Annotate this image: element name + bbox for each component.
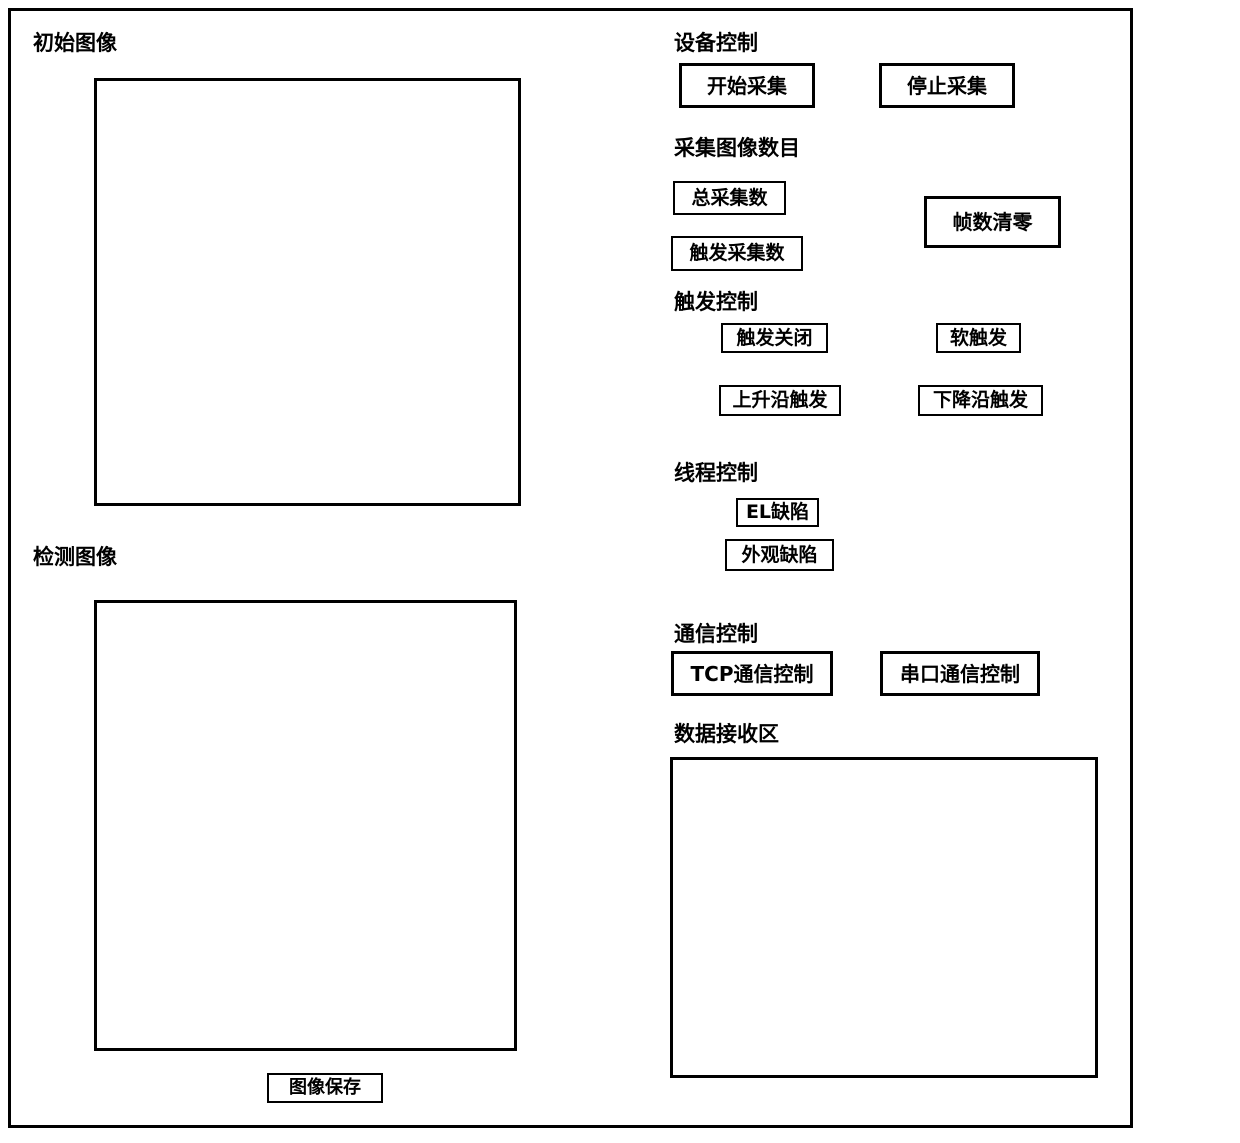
el-defect-button[interactable]: EL缺陷: [736, 498, 819, 527]
initial-image-label: 初始图像: [33, 31, 117, 55]
frame-count-reset-button[interactable]: 帧数清零: [924, 196, 1061, 248]
image-save-button[interactable]: 图像保存: [267, 1073, 383, 1103]
detect-image-display[interactable]: [94, 600, 517, 1051]
trigger-capture-count-field[interactable]: 触发采集数: [671, 236, 803, 271]
device-control-label: 设备控制: [674, 31, 758, 55]
capture-count-label: 采集图像数目: [674, 136, 800, 160]
trigger-off-button[interactable]: 触发关闭: [721, 323, 828, 353]
communication-control-label: 通信控制: [674, 622, 758, 646]
data-receive-label: 数据接收区: [674, 722, 779, 746]
detect-image-label: 检测图像: [33, 545, 117, 569]
stop-capture-button[interactable]: 停止采集: [879, 63, 1015, 108]
total-capture-count-field[interactable]: 总采集数: [673, 181, 786, 215]
initial-image-display[interactable]: [94, 78, 521, 506]
application-window: 初始图像 检测图像 图像保存 设备控制 开始采集 停止采集 采集图像数目 总采集…: [8, 8, 1133, 1128]
thread-control-label: 线程控制: [674, 461, 758, 485]
start-capture-button[interactable]: 开始采集: [679, 63, 815, 108]
appearance-defect-button[interactable]: 外观缺陷: [725, 539, 834, 571]
data-receive-textarea[interactable]: [670, 757, 1098, 1078]
trigger-control-label: 触发控制: [674, 290, 758, 314]
serial-communication-button[interactable]: 串口通信控制: [880, 651, 1040, 696]
tcp-communication-button[interactable]: TCP通信控制: [671, 651, 833, 696]
falling-edge-trigger-button[interactable]: 下降沿触发: [918, 385, 1043, 416]
rising-edge-trigger-button[interactable]: 上升沿触发: [719, 385, 841, 416]
soft-trigger-button[interactable]: 软触发: [936, 323, 1021, 353]
